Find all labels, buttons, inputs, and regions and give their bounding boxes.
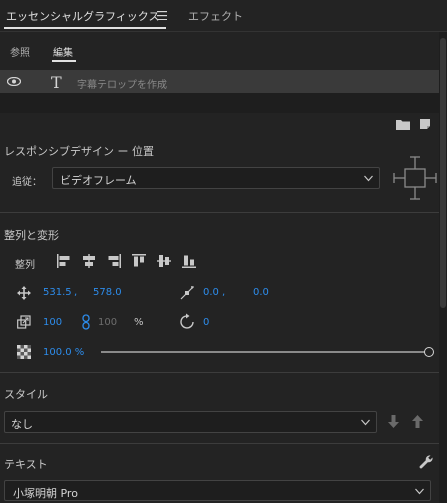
opacity-slider-fill — [101, 351, 427, 353]
style-select-value: なし — [11, 418, 33, 431]
subtab-browse[interactable]: 参照 — [10, 44, 30, 59]
scale-unit: % — [134, 317, 144, 328]
subtab-edit[interactable]: 編集 — [53, 44, 73, 59]
position-separator: , — [74, 287, 78, 298]
opacity-value[interactable]: 100.0 % — [43, 347, 84, 358]
text-section-title: テキスト — [4, 458, 48, 471]
align-bottom-icon[interactable] — [181, 253, 197, 269]
chevron-down-icon — [415, 484, 424, 497]
layer-row[interactable] — [0, 70, 439, 93]
position-y-value[interactable]: 578.0 — [93, 287, 122, 298]
push-style-up-arrow-icon[interactable] — [412, 415, 423, 428]
hamburger-icon[interactable] — [157, 11, 167, 20]
new-group-folder-icon[interactable] — [396, 119, 410, 130]
scale-icon — [17, 315, 31, 329]
subtab-edit-underline — [52, 60, 76, 62]
font-select-value: 小塚明朝 Pro — [13, 487, 78, 500]
align-label: 整列 — [15, 260, 35, 271]
align-buttons — [56, 253, 201, 271]
text-T-icon: T — [51, 73, 62, 92]
follow-label: 追従： — [12, 177, 42, 188]
rotation-icon — [179, 313, 197, 331]
follow-select[interactable]: ビデオフレーム — [52, 167, 380, 189]
divider — [0, 372, 439, 373]
anchor-separator: , — [222, 287, 226, 298]
follow-select-value: ビデオフレーム — [60, 174, 137, 187]
anchor-x-value[interactable]: 0.0 — [203, 287, 219, 298]
align-vertical-center-icon[interactable] — [156, 253, 172, 269]
align-top-icon[interactable] — [131, 253, 147, 269]
rotation-value[interactable]: 0 — [203, 317, 209, 328]
align-horizontal-center-icon[interactable] — [81, 253, 97, 269]
align-transform-title: 整列と変形 — [4, 229, 59, 242]
tab-essential-graphics[interactable]: エッセンシャルグラフィックス — [6, 8, 159, 24]
divider — [0, 212, 439, 213]
opacity-slider-handle[interactable] — [424, 347, 434, 357]
pin-to-widget-icon[interactable] — [391, 154, 439, 202]
position-x-value[interactable]: 531.5 — [43, 287, 72, 298]
layer-list-area — [0, 93, 439, 113]
font-select[interactable]: 小塚明朝 Pro — [4, 480, 431, 501]
divider — [0, 443, 439, 444]
link-chain-icon[interactable] — [82, 314, 90, 330]
responsive-title: レスポンシブデザイン ー 位置 — [4, 145, 154, 158]
wrench-icon[interactable] — [419, 454, 434, 469]
opacity-checker-icon — [17, 345, 31, 359]
tab-effects[interactable]: エフェクト — [188, 8, 243, 24]
style-title: スタイル — [4, 388, 48, 401]
chevron-down-icon — [361, 416, 370, 429]
opacity-slider-track[interactable] — [101, 351, 427, 353]
tab-active-underline — [4, 27, 166, 29]
layer-name: 字幕テロップを作成 — [77, 80, 167, 91]
scale-value[interactable]: 100 — [43, 317, 62, 328]
anchor-point-icon — [179, 285, 195, 301]
chevron-down-icon — [364, 172, 373, 185]
eye-icon[interactable] — [7, 77, 21, 86]
push-style-down-arrow-icon[interactable] — [388, 415, 399, 428]
new-layer-icon[interactable] — [419, 118, 431, 130]
scale-width-value: 100 — [98, 317, 118, 328]
align-left-icon[interactable] — [56, 253, 72, 269]
align-right-icon[interactable] — [106, 253, 122, 269]
position-move-icon — [17, 286, 31, 300]
style-select[interactable]: なし — [4, 411, 377, 433]
anchor-y-value[interactable]: 0.0 — [253, 287, 269, 298]
scrollbar-thumb[interactable] — [440, 38, 446, 308]
